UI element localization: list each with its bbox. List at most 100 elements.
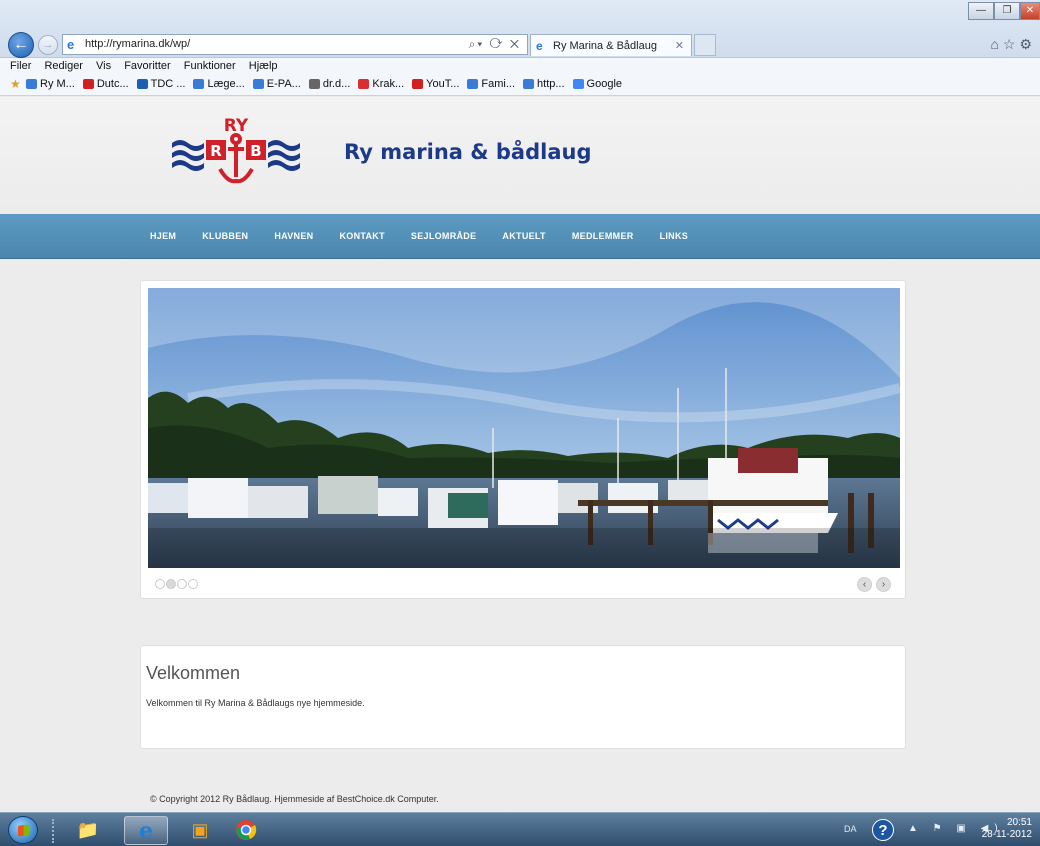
slider-dot[interactable] [166, 579, 176, 589]
browser-titlebar: — ❐ ✕ ← → e http://rymarina.dk/wp/ ⌕▾ ⟳ … [0, 0, 1040, 58]
favorite-item[interactable]: http... [523, 78, 565, 90]
favorite-label: Krak... [372, 78, 405, 90]
chrome-taskbar-icon[interactable] [224, 816, 268, 845]
favorite-site-icon [467, 79, 479, 89]
favorite-label: TDC ... [150, 78, 186, 90]
system-tray: DA ? ▲ ⚑ ▣ ◀) 20:51 28-11-2012 [830, 813, 1040, 846]
nav-sejlomraade[interactable]: SEJLOMRÅDE [411, 214, 477, 259]
welcome-section: Velkommen Velkommen til Ry Marina & Bådl… [140, 645, 906, 749]
favorite-label: Ry M... [40, 78, 75, 90]
favorite-label: Læge... [207, 78, 245, 90]
menu-item-rediger[interactable]: Rediger [44, 58, 83, 74]
favorite-label: dr.d... [322, 78, 351, 90]
nav-hjem[interactable]: HJEM [150, 214, 176, 259]
taskbar-grip [52, 819, 57, 843]
help-icon[interactable]: ? [872, 819, 894, 841]
slider-prev-icon[interactable]: ‹ [857, 577, 872, 592]
favorite-label: E-PA... [266, 78, 301, 90]
svg-text:R: R [210, 142, 222, 160]
start-button[interactable] [8, 816, 38, 844]
favorite-item[interactable]: TDC ... [136, 78, 186, 90]
search-refresh-stop-icons[interactable]: ⌕▾ ⟳ ✕ [469, 37, 521, 52]
favorite-site-icon [136, 79, 148, 89]
slider-image-marina[interactable] [148, 288, 900, 568]
slider-dot[interactable] [155, 579, 165, 589]
favorite-label: YouT... [426, 78, 460, 90]
favorite-item[interactable]: YouT... [412, 78, 459, 90]
close-window-button[interactable]: ✕ [1020, 2, 1040, 20]
nav-klubben[interactable]: KLUBBEN [202, 214, 248, 259]
slider-dot[interactable] [188, 579, 198, 589]
nav-links[interactable]: LINKS [660, 214, 689, 259]
menu-item-filer[interactable]: Filer [10, 58, 31, 74]
favorite-item[interactable]: E-PA... [252, 78, 301, 90]
favorite-item[interactable]: Google [572, 78, 623, 90]
main-navigation: HJEM KLUBBEN HAVNEN KONTAKT SEJLOMRÅDE A… [0, 214, 1040, 259]
maximize-button[interactable]: ❐ [994, 2, 1020, 20]
favorite-item[interactable]: Krak... [358, 78, 404, 90]
slider-next-icon[interactable]: › [876, 577, 891, 592]
welcome-text: Velkommen til Ry Marina & Bådlaugs nye h… [146, 698, 365, 708]
nav-kontakt[interactable]: KONTAKT [339, 214, 384, 259]
favorites-star-icon[interactable]: ★ [10, 77, 21, 91]
nav-aktuelt[interactable]: AKTUELT [502, 214, 545, 259]
favorite-label: http... [537, 78, 565, 90]
menu-bar: Filer Rediger Vis Favoritter Funktioner … [0, 58, 1040, 74]
favorite-label: Dutc... [96, 78, 129, 90]
favorite-label: Google [586, 78, 623, 90]
favorite-site-icon [193, 79, 205, 89]
ie-page-icon: e [67, 37, 75, 52]
address-bar[interactable]: e http://rymarina.dk/wp/ ⌕▾ ⟳ ✕ [62, 34, 528, 55]
nav-havnen[interactable]: HAVNEN [274, 214, 313, 259]
tab-close-icon[interactable]: ✕ [675, 39, 684, 52]
favorite-site-icon [572, 79, 584, 89]
tab-ry-marina[interactable]: e Ry Marina & Bådlaug ✕ [530, 34, 692, 56]
internet-explorer-taskbar-icon[interactable]: e [124, 816, 168, 845]
clock-time: 20:51 [1006, 817, 1032, 828]
url-text[interactable]: http://rymarina.dk/wp/ [85, 38, 190, 50]
ry-marina-logo[interactable]: RY R B [170, 113, 302, 188]
favorite-item[interactable]: Fami... [467, 78, 515, 90]
explorer-taskbar-icon[interactable]: 📁 [66, 816, 110, 845]
favorite-site-icon [358, 79, 370, 89]
favorite-site-icon [26, 79, 37, 89]
clock-date: 28-11-2012 [981, 829, 1032, 840]
favorite-item[interactable]: dr.d... [308, 78, 351, 90]
logo-ry-text: RY [224, 116, 249, 136]
outlook-taskbar-icon[interactable]: ▣ [178, 816, 222, 845]
footer-copyright: © Copyright 2012 Ry Bådlaug. Hjemmeside … [150, 794, 439, 804]
back-button[interactable]: ← [8, 32, 34, 58]
favorite-label: Fami... [481, 78, 516, 90]
favorite-site-icon [523, 79, 535, 89]
forward-button[interactable]: → [38, 35, 58, 55]
home-favorites-tools-icons[interactable]: ⌂☆⚙ [990, 36, 1036, 53]
window-controls: — ❐ ✕ [968, 2, 1040, 22]
tab-label: Ry Marina & Bådlaug [553, 40, 657, 52]
favorite-item[interactable]: Ry M... [26, 78, 75, 90]
windows-taskbar: 📁 e ▣ DA ? ▲ ⚑ ▣ ◀) 20:51 28-11-2012 [0, 812, 1040, 846]
image-slider: ‹ › [140, 280, 906, 599]
menu-item-favoritter[interactable]: Favoritter [124, 58, 170, 74]
favorite-site-icon [252, 79, 264, 89]
clock[interactable]: 20:51 28-11-2012 [982, 817, 1032, 841]
svg-text:B: B [250, 142, 261, 160]
slider-dot[interactable] [177, 579, 187, 589]
welcome-heading: Velkommen [146, 663, 241, 683]
slider-pagination [155, 579, 199, 589]
favorite-site-icon [308, 79, 320, 89]
favorite-site-icon [412, 79, 424, 89]
favorite-item[interactable]: Læge... [193, 78, 245, 90]
menu-item-hjaelp[interactable]: Hjælp [249, 58, 278, 74]
menu-item-vis[interactable]: Vis [96, 58, 111, 74]
site-title[interactable]: Ry marina & bådlaug [344, 140, 591, 164]
language-indicator[interactable]: DA [844, 824, 857, 834]
minimize-button[interactable]: — [968, 2, 994, 20]
favorite-item[interactable]: Dutc... [82, 78, 129, 90]
favorites-bar: ★ Ry M... Dutc... TDC ... Læge... E-PA... dr.… [0, 74, 1040, 96]
nav-medlemmer[interactable]: MEDLEMMER [572, 214, 634, 259]
favorite-site-icon [82, 79, 94, 89]
ie-tab-icon: e [536, 39, 543, 53]
new-tab-button[interactable] [694, 34, 716, 56]
menu-item-funktioner[interactable]: Funktioner [184, 58, 236, 74]
favorites-list: Ry M... Dutc... TDC ... Læge... E-PA... dr.d.… [26, 78, 630, 90]
